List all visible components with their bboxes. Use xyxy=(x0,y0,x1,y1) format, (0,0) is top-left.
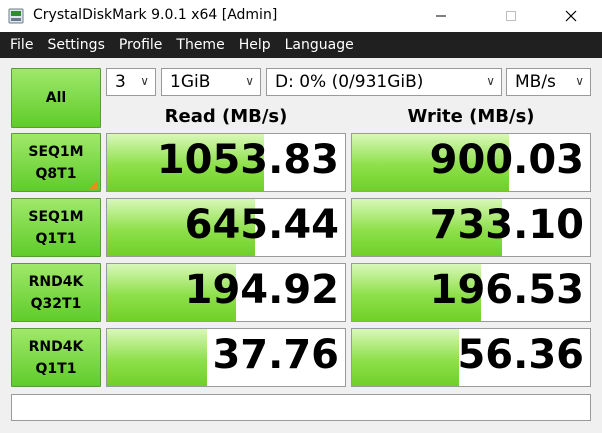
read-result-cell: 645.44 xyxy=(106,198,346,257)
test-label-line1: RND4K xyxy=(28,338,84,355)
test-label-line1: SEQ1M xyxy=(28,143,84,160)
unit-value: MB/s xyxy=(515,72,556,92)
size-value: 1GiB xyxy=(170,72,211,92)
test-label-line2: Q32T1 xyxy=(30,295,82,312)
app-icon xyxy=(8,8,24,24)
size-select[interactable]: 1GiB ∨ xyxy=(161,68,261,96)
test-button-seq1m-q8t1[interactable]: SEQ1M Q8T1 xyxy=(11,133,101,192)
read-value: 37.76 xyxy=(212,332,339,378)
all-button[interactable]: All xyxy=(11,68,101,128)
write-level-bar xyxy=(352,329,460,386)
chevron-down-icon: ∨ xyxy=(575,74,584,88)
count-select[interactable]: 3 ∨ xyxy=(106,68,156,96)
read-value: 194.92 xyxy=(184,267,339,313)
read-result-cell: 1053.83 xyxy=(106,133,346,192)
menu-settings[interactable]: Settings xyxy=(40,32,111,58)
menu-language[interactable]: Language xyxy=(278,32,361,58)
test-button-seq1m-q1t1[interactable]: SEQ1M Q1T1 xyxy=(11,198,101,257)
maximize-icon xyxy=(506,11,516,21)
write-result-cell: 196.53 xyxy=(351,263,591,322)
chevron-down-icon: ∨ xyxy=(245,74,254,88)
title-bar: CrystalDiskMark 9.0.1 x64 [Admin] xyxy=(0,0,602,32)
all-button-label: All xyxy=(45,90,67,106)
menu-theme[interactable]: Theme xyxy=(169,32,231,58)
menu-help[interactable]: Help xyxy=(232,32,278,58)
drive-select[interactable]: D: 0% (0/931GiB) ∨ xyxy=(266,68,502,96)
read-result-cell: 194.92 xyxy=(106,263,346,322)
write-value: 56.36 xyxy=(457,332,584,378)
test-label-line2: Q1T1 xyxy=(35,230,77,247)
test-button-rnd4k-q32t1[interactable]: RND4K Q32T1 xyxy=(11,263,101,322)
comment-field[interactable] xyxy=(11,394,591,421)
write-result-cell: 733.10 xyxy=(351,198,591,257)
close-button[interactable] xyxy=(548,0,594,32)
write-result-cell: 56.36 xyxy=(351,328,591,387)
write-value: 733.10 xyxy=(429,202,584,248)
drive-value: D: 0% (0/931GiB) xyxy=(275,72,424,92)
close-icon xyxy=(565,10,577,22)
write-header: Write (MB/s) xyxy=(407,106,535,127)
window-title: CrystalDiskMark 9.0.1 x64 [Admin] xyxy=(33,7,278,23)
read-header: Read (MB/s) xyxy=(164,106,288,127)
menu-bar: File Settings Profile Theme Help Languag… xyxy=(0,32,602,58)
chevron-down-icon: ∨ xyxy=(486,74,495,88)
read-level-bar xyxy=(107,329,207,386)
write-value: 196.53 xyxy=(429,267,584,313)
maximize-button[interactable] xyxy=(488,0,534,32)
write-result-cell: 900.03 xyxy=(351,133,591,192)
menu-file[interactable]: File xyxy=(3,32,40,58)
read-value: 645.44 xyxy=(184,202,339,248)
test-button-rnd4k-q1t1[interactable]: RND4K Q1T1 xyxy=(11,328,101,387)
minimize-button[interactable] xyxy=(418,0,464,32)
menu-profile[interactable]: Profile xyxy=(112,32,170,58)
test-label-line2: Q1T1 xyxy=(35,360,77,377)
read-result-cell: 37.76 xyxy=(106,328,346,387)
minimize-icon xyxy=(436,15,446,17)
test-label-line1: RND4K xyxy=(28,273,84,290)
unit-select[interactable]: MB/s ∨ xyxy=(506,68,591,96)
test-label-line2: Q8T1 xyxy=(35,165,77,182)
test-label-line1: SEQ1M xyxy=(28,208,84,225)
chevron-down-icon: ∨ xyxy=(140,74,149,88)
read-value: 1053.83 xyxy=(156,137,339,183)
write-value: 900.03 xyxy=(429,137,584,183)
count-value: 3 xyxy=(115,72,126,92)
main-panel: All 3 ∨ 1GiB ∨ D: 0% (0/931GiB) ∨ MB/s ∨… xyxy=(0,58,602,433)
selected-marker-icon xyxy=(89,180,98,189)
